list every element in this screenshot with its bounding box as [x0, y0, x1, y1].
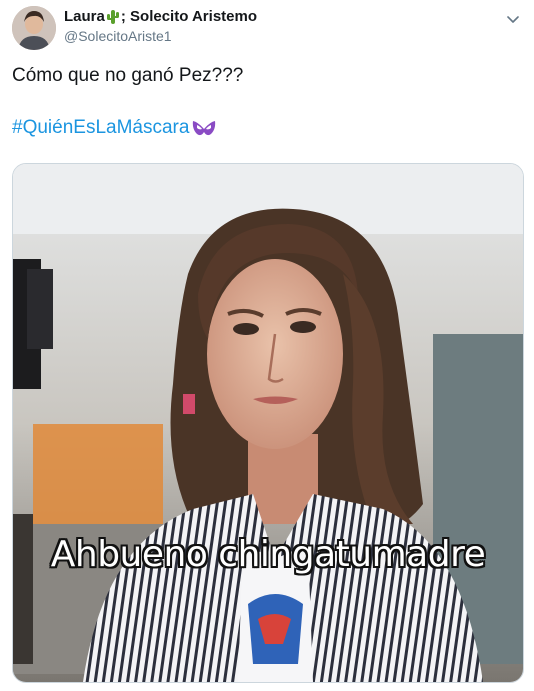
hashtag-link[interactable]: #QuiénEsLaMáscara: [12, 116, 217, 140]
mask-icon: [193, 121, 216, 136]
tweet-media-image[interactable]: Ahbueno chingatumadre: [12, 163, 524, 683]
avatar[interactable]: [12, 6, 56, 50]
tweet-card: Laura ; Solecito Aristemo @SolecitoArist…: [0, 0, 534, 691]
author-handle[interactable]: @SolecitoAriste1: [64, 28, 257, 44]
tweet-text: Cómo que no ganó Pez???: [12, 65, 244, 86]
author-names: Laura ; Solecito Aristemo @SolecitoArist…: [64, 8, 257, 44]
hashtag-text: #QuiénEsLaMáscara: [12, 117, 190, 138]
cactus-icon: [106, 9, 120, 25]
display-name[interactable]: Laura ; Solecito Aristemo: [64, 8, 257, 25]
display-name-part2: ; Solecito Aristemo: [120, 8, 257, 25]
display-name-part1: Laura: [64, 8, 105, 25]
meme-caption: Ahbueno chingatumadre: [50, 534, 486, 575]
chevron-down-icon[interactable]: [504, 10, 522, 28]
